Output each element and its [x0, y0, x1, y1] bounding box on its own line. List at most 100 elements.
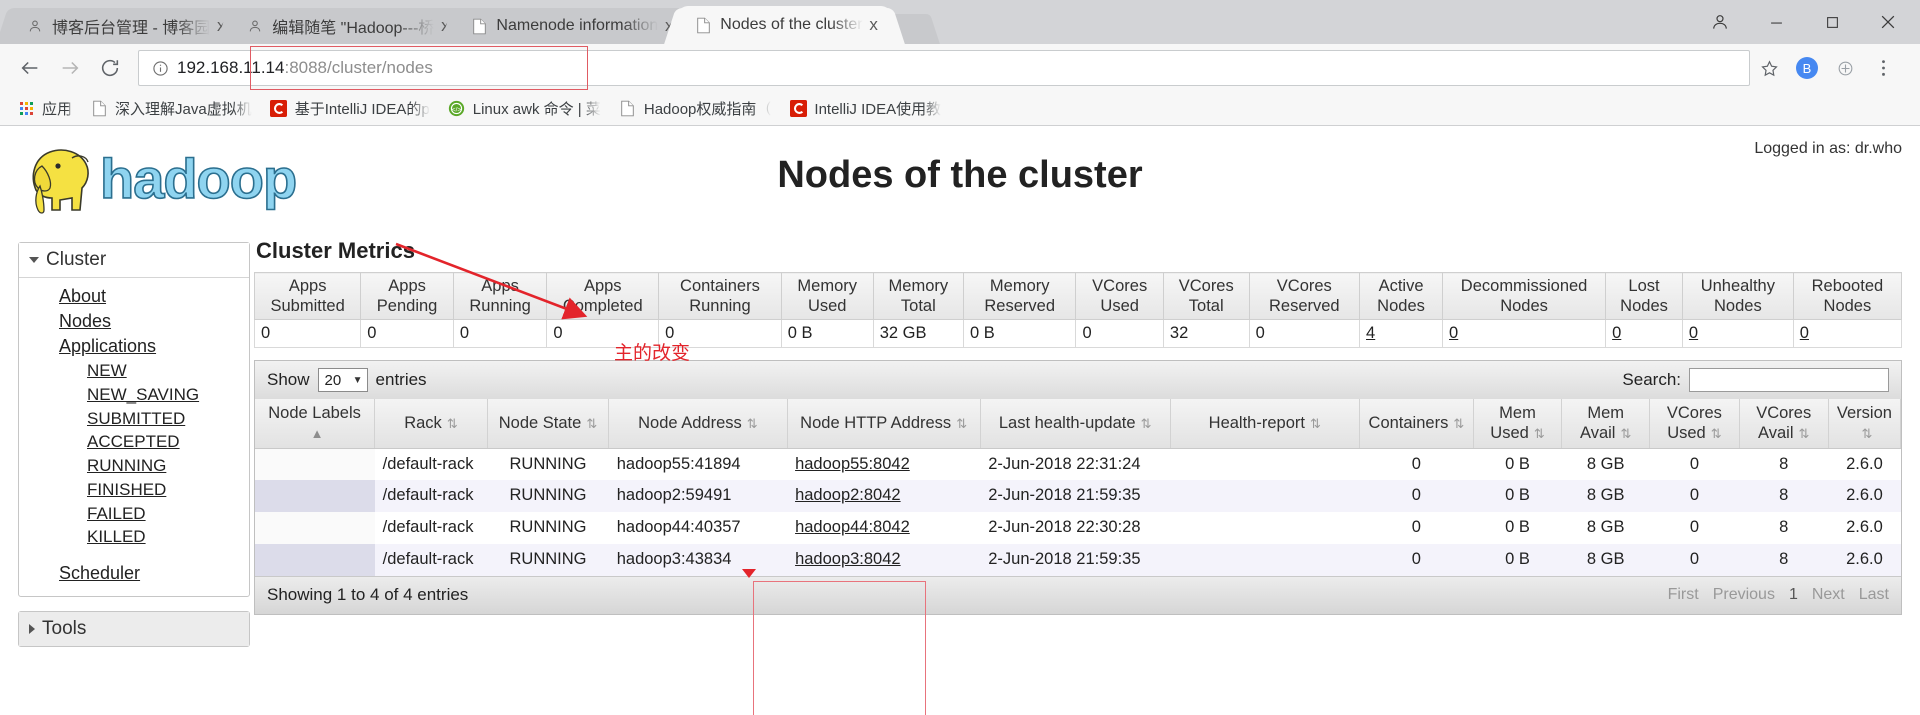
sort-toggle-icon[interactable]: ⇅ [1861, 426, 1872, 442]
sort-toggle-icon[interactable]: ⇅ [1534, 426, 1545, 442]
sort-toggle-icon[interactable]: ⇅ [1799, 426, 1810, 442]
nodes-header-version[interactable]: Version ⇅ [1828, 399, 1902, 449]
back-icon[interactable] [10, 48, 50, 88]
nodes-header-health-report[interactable]: Health-report ⇅ [1170, 399, 1360, 449]
nodes-header-rack[interactable]: Rack ⇅ [374, 399, 488, 449]
tools-panel-header[interactable]: Tools [19, 612, 249, 647]
metric-header-3: Apps Running [452, 271, 548, 321]
sidebar-item-about[interactable]: About [19, 284, 249, 309]
address-bar[interactable]: 192.168.11.14:8088/cluster/nodes [138, 50, 1750, 86]
metric-value-15[interactable]: 0 [1681, 319, 1794, 349]
nodes-header-mem-avail[interactable]: Mem Avail ⇅ [1561, 399, 1651, 449]
browser-tab-4[interactable]: Nodes of the cluster x [664, 6, 905, 44]
sort-toggle-icon[interactable]: ⇅ [1711, 426, 1722, 442]
browser-tab-2[interactable]: 编辑随笔 "Hadoop---桥x [216, 8, 477, 44]
bookmark-item-3[interactable]: 基于IntelliJ IDEA的p [261, 95, 439, 123]
pagination-first[interactable]: First [1668, 586, 1699, 604]
bookmark-item-2[interactable]: 深入理解Java虚拟机 [81, 95, 261, 123]
sidebar-item-accepted[interactable]: ACCEPTED [19, 430, 249, 454]
profile-avatar[interactable]: B [1788, 49, 1826, 87]
tab-close-button[interactable]: x [863, 14, 885, 36]
page-length-select[interactable]: 20 ▼ [317, 368, 368, 393]
cell-node-http-address[interactable]: hadoop3:8042 [787, 543, 981, 576]
metric-link[interactable]: 0 [1689, 324, 1698, 342]
sidebar-item-submitted[interactable]: SUBMITTED [19, 407, 249, 431]
nodes-header-node-labels[interactable]: Node Labels ▲ [255, 399, 376, 449]
sort-toggle-icon[interactable]: ⇅ [1310, 416, 1321, 432]
sidebar-item-new[interactable]: NEW [19, 359, 249, 383]
sort-ascending-icon[interactable]: ▲ [311, 426, 324, 442]
logged-in-as: Logged in as: dr.who [1754, 140, 1902, 157]
cluster-panel-header[interactable]: Cluster [19, 243, 249, 278]
cell-node-http-address[interactable]: hadoop55:8042 [787, 448, 981, 481]
sidebar-item-killed[interactable]: KILLED [19, 525, 249, 549]
browser-tab-1[interactable]: 博客后台管理 - 博客园x [0, 8, 253, 44]
metric-value-13[interactable]: 0 [1442, 319, 1607, 349]
tools-panel-title: Tools [42, 618, 87, 640]
extension-icon[interactable] [1826, 49, 1864, 87]
sort-toggle-icon[interactable]: ⇅ [956, 416, 967, 432]
cluster-nav-list: About Nodes Applications NEW NEW_SAVING SUBMI… [19, 278, 249, 596]
bookmark-item-6[interactable]: IntelliJ IDEA使用教 [780, 95, 950, 123]
close-window-button[interactable] [1860, 0, 1916, 44]
bookmark-item-5[interactable]: Hadoop权威指南（ [610, 95, 781, 123]
forward-icon[interactable] [50, 48, 90, 88]
bookmark-star-icon[interactable] [1750, 49, 1788, 87]
minimize-button[interactable] [1748, 0, 1804, 44]
nodes-header-node-state[interactable]: Node State ⇅ [487, 399, 610, 449]
nodes-header-vcores-used[interactable]: VCores Used ⇅ [1649, 399, 1740, 449]
sort-toggle-icon[interactable]: ⇅ [747, 416, 758, 432]
omnibox-container: 192.168.11.14:8088/cluster/nodes B [138, 46, 1902, 90]
search-input[interactable] [1689, 368, 1889, 393]
nodes-header-containers[interactable]: Containers ⇅ [1359, 399, 1474, 449]
node-http-address-link[interactable]: hadoop3:8042 [795, 550, 901, 568]
browser-tab-3[interactable]: Namenode informationx [440, 8, 701, 44]
sort-toggle-icon[interactable]: ⇅ [1141, 416, 1152, 432]
chrome-menu-icon[interactable] [1864, 49, 1902, 87]
sort-toggle-icon[interactable]: ⇅ [1453, 416, 1464, 432]
sidebar-item-nodes[interactable]: Nodes [19, 309, 249, 334]
metric-value-16[interactable]: 0 [1792, 319, 1903, 349]
cell-version: 2.6.0 [1828, 448, 1901, 481]
pagination-last[interactable]: Last [1859, 586, 1889, 604]
sidebar-item-running[interactable]: RUNNING [19, 454, 249, 478]
sidebar-item-new-saving[interactable]: NEW_SAVING [19, 383, 249, 407]
bookmark-item-4[interactable]: </> Linux awk 命令 | 菜 [439, 95, 610, 123]
cell-node-http-address[interactable]: hadoop44:8042 [787, 512, 981, 544]
cell-node-http-address[interactable]: hadoop2:8042 [787, 480, 981, 513]
metric-link[interactable]: 0 [1800, 324, 1809, 342]
nodes-header-vcores-avail[interactable]: VCores Avail ⇅ [1739, 399, 1829, 449]
metric-value-3: 0 [452, 319, 548, 349]
bookmark-item-1[interactable]: 应用 [8, 95, 81, 123]
reload-icon[interactable] [90, 48, 130, 88]
pagination-page-1[interactable]: 1 [1789, 586, 1798, 604]
metric-link[interactable]: 4 [1366, 324, 1375, 342]
node-http-address-link[interactable]: hadoop55:8042 [795, 455, 910, 473]
sort-toggle-icon[interactable]: ⇅ [586, 416, 597, 432]
site-info-icon[interactable] [149, 57, 171, 79]
browser-account-icon[interactable] [1692, 0, 1748, 44]
metric-value-12[interactable]: 4 [1359, 319, 1444, 349]
metric-value-14[interactable]: 0 [1605, 319, 1683, 349]
sort-toggle-icon[interactable]: ⇅ [447, 416, 458, 432]
metric-link[interactable]: 0 [1449, 324, 1458, 342]
nodes-header-node-http-address[interactable]: Node HTTP Address ⇅ [787, 399, 981, 449]
metric-link[interactable]: 0 [1612, 324, 1621, 342]
cell-last-health-update: 2-Jun-2018 21:59:35 [980, 543, 1171, 576]
metric-header-10: VCores Total [1162, 271, 1250, 321]
pagination-next[interactable]: Next [1812, 586, 1845, 604]
nodes-header-node-address[interactable]: Node Address ⇅ [608, 399, 788, 449]
cell-node-state: RUNNING [487, 448, 609, 481]
node-http-address-link[interactable]: hadoop44:8042 [795, 518, 910, 536]
node-http-address-link[interactable]: hadoop2:8042 [795, 486, 901, 504]
csdn-icon [789, 100, 807, 118]
maximize-button[interactable] [1804, 0, 1860, 44]
sidebar-item-scheduler[interactable]: Scheduler [19, 561, 249, 586]
sort-toggle-icon[interactable]: ⇅ [1620, 426, 1631, 442]
nodes-header-last-health-update[interactable]: Last health-update ⇅ [980, 399, 1171, 449]
sidebar-item-finished[interactable]: FINISHED [19, 478, 249, 502]
sidebar-item-applications[interactable]: Applications [19, 334, 249, 359]
nodes-header-mem-used[interactable]: Mem Used ⇅ [1473, 399, 1563, 449]
sidebar-item-failed[interactable]: FAILED [19, 502, 249, 526]
pagination-previous[interactable]: Previous [1713, 586, 1775, 604]
